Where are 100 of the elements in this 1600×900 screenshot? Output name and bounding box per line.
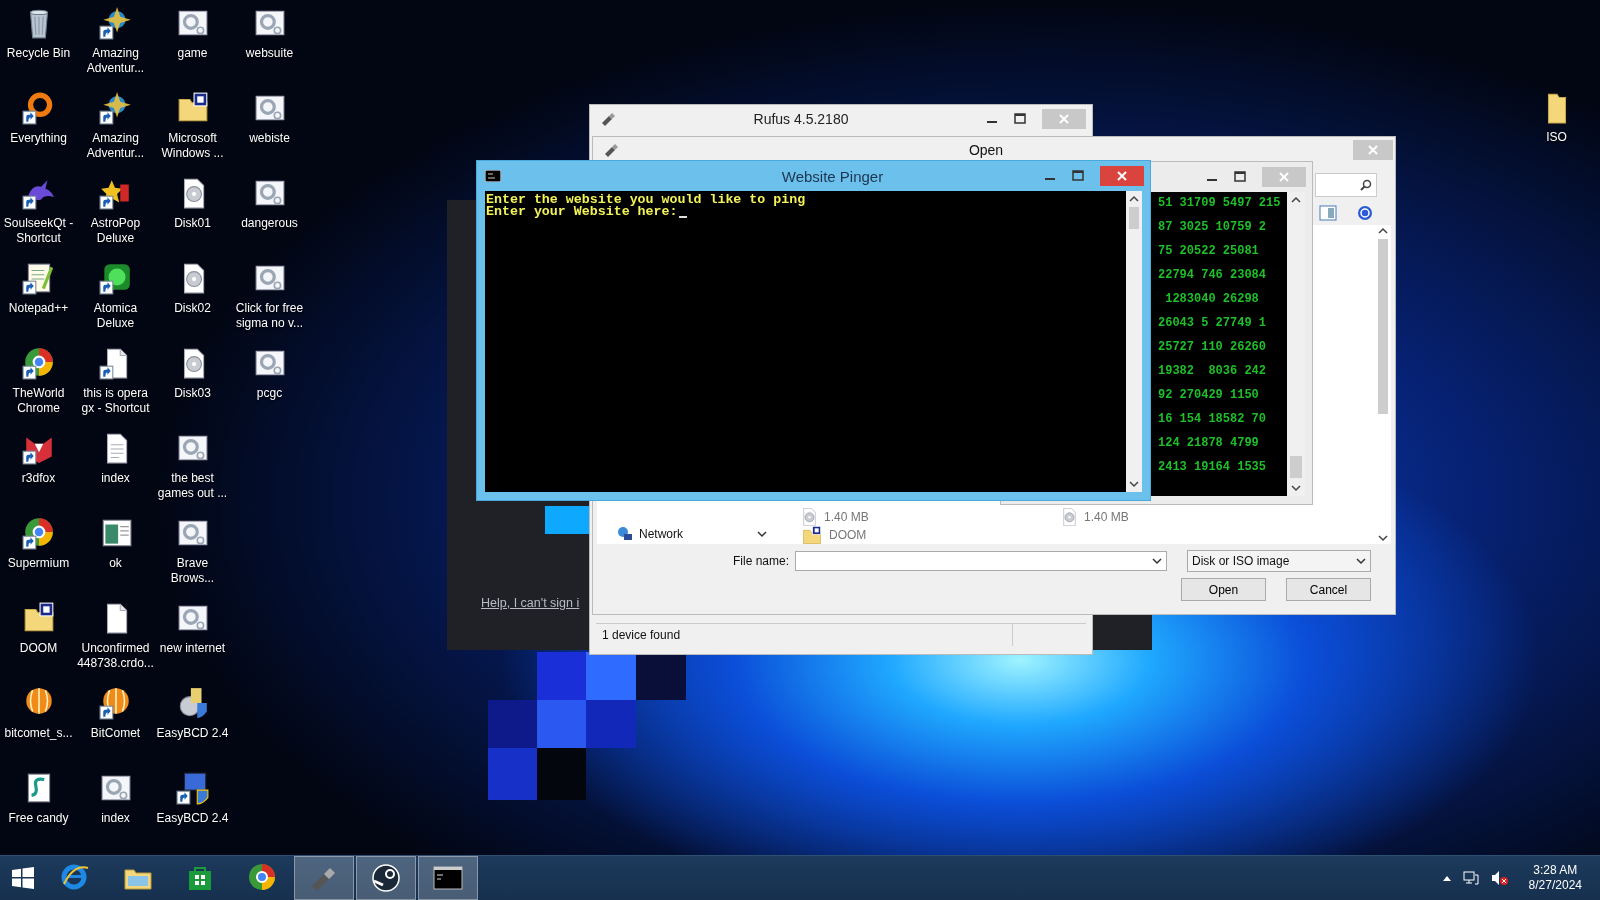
status-text: 1 device found — [596, 624, 1013, 646]
scroll-up-icon[interactable] — [1291, 196, 1301, 204]
console-line: 1283040 26298 — [1164, 292, 1260, 308]
scroll-up-icon[interactable] — [1378, 227, 1388, 235]
console-line: 2413 19164 1535 — [1158, 460, 1268, 476]
desktop-shortcut[interactable]: TheWorld Chrome — [0, 344, 77, 429]
desktop-shortcut[interactable]: Disk01 — [154, 174, 231, 259]
console-line: 51 31709 5497 215 — [1158, 196, 1282, 212]
desktop-shortcut[interactable]: Recycle Bin — [0, 4, 77, 89]
help-icon[interactable] — [1357, 205, 1373, 221]
help-link[interactable]: Help, I can't sign i — [481, 596, 580, 610]
desktop-shortcut[interactable]: new internet — [154, 599, 231, 684]
scrollbar-thumb[interactable] — [1290, 456, 1302, 478]
scroll-down-icon[interactable] — [1378, 534, 1388, 542]
desktop-shortcut[interactable]: Microsoft Windows ... — [154, 89, 231, 174]
taskbar-button[interactable] — [356, 856, 416, 900]
desktop-shortcut[interactable]: DOOM — [0, 599, 77, 684]
maximize-icon[interactable] — [1014, 113, 1026, 125]
caret-up-icon[interactable] — [1442, 875, 1451, 881]
desktop-shortcut[interactable]: SoulseekQt - Shortcut — [0, 174, 77, 259]
desktop-shortcut[interactable]: Amazing Adventur... — [77, 89, 154, 174]
dialog-button[interactable]: Open — [1181, 578, 1266, 601]
console-line: Enter your Website here: — [486, 206, 678, 218]
scrollbar-thumb[interactable] — [1378, 239, 1388, 414]
file-name-field[interactable] — [795, 551, 1167, 571]
accent-block — [545, 506, 592, 534]
dialog-title: Open — [967, 142, 1005, 158]
desktop-shortcut[interactable]: websuite — [231, 4, 308, 89]
close-icon — [1368, 145, 1378, 155]
network-icon — [617, 526, 633, 542]
network-icon[interactable] — [1462, 871, 1479, 885]
desktop-shortcut[interactable]: the best games out ... — [154, 429, 231, 514]
disc-file-icon — [803, 508, 816, 526]
desktop-shortcut[interactable]: Click for free sigma no v... — [231, 259, 308, 344]
file-item[interactable]: DOOM — [803, 526, 1063, 544]
nav-item[interactable]: Network — [617, 526, 757, 542]
search-field[interactable] — [1315, 173, 1377, 197]
terminal-icon — [485, 170, 501, 182]
desktop-shortcut[interactable]: Everything — [0, 89, 77, 174]
desktop-shortcut[interactable]: game — [154, 4, 231, 89]
usb-drive-icon — [603, 142, 619, 158]
console-line: Enter the website you would like to ping — [486, 194, 806, 206]
console-line: 26043 5 27749 1 — [1158, 316, 1268, 332]
console-line: 75 20522 25081 — [1158, 244, 1260, 260]
desktop-shortcut[interactable]: pcgc — [231, 344, 308, 429]
desktop-shortcut[interactable]: Disk02 — [154, 259, 231, 344]
desktop-shortcut[interactable]: Free candy — [0, 769, 77, 854]
desktop-shortcut[interactable]: AstroPop Deluxe — [77, 174, 154, 259]
usb-drive-icon — [600, 111, 616, 127]
desktop-shortcut[interactable]: dangerous — [231, 174, 308, 259]
desktop-shortcut[interactable]: EasyBCD 2.4 — [154, 769, 231, 854]
console-line: 92 270429 1150 — [1158, 388, 1260, 404]
desktop-shortcut[interactable]: Unconfirmed 448738.crdo... — [77, 599, 154, 684]
console-line: 19382 8036 242 — [1158, 364, 1268, 380]
file-type-dropdown[interactable]: Disk or ISO image — [1187, 550, 1371, 572]
close-button[interactable] — [1100, 166, 1144, 186]
file-item[interactable]: 1.40 MB — [803, 508, 1063, 526]
speaker-muted-icon[interactable] — [1490, 870, 1509, 886]
console-line: 124 21878 4799 — [1158, 436, 1260, 452]
desktop-shortcut[interactable]: index — [77, 429, 154, 514]
desktop-shortcut[interactable]: Brave Brows... — [154, 514, 231, 599]
taskbar-button[interactable] — [418, 856, 478, 900]
scrollbar-thumb[interactable] — [1129, 207, 1139, 229]
desktop-shortcut[interactable]: Disk03 — [154, 344, 231, 429]
desktop-shortcut[interactable]: Atomica Deluxe — [77, 259, 154, 344]
desktop-shortcut[interactable]: webiste — [231, 89, 308, 174]
desktop-shortcut[interactable]: EasyBCD 2.4 — [154, 684, 231, 769]
clock-date: 8/27/2024 — [1528, 878, 1582, 893]
console-line: 22794 746 23084 — [1158, 268, 1268, 284]
desktop-shortcut[interactable]: bitcomet_s... — [0, 684, 77, 769]
console-line: 87 3025 10759 2 — [1158, 220, 1268, 236]
caret-icon[interactable] — [757, 530, 767, 538]
scroll-down-icon[interactable] — [1291, 484, 1301, 492]
file-item[interactable]: 1.40 MB — [1063, 508, 1263, 526]
maximize-icon[interactable] — [1072, 170, 1084, 182]
caret-icon — [1152, 557, 1162, 565]
desktop-shortcut[interactable]: ISO — [1518, 88, 1595, 173]
clock[interactable]: 3:28 AM 8/27/2024 — [1520, 863, 1590, 893]
window-title: Website Pinger — [780, 167, 885, 185]
round-logo-icon — [370, 862, 402, 894]
scroll-down-icon[interactable] — [1129, 480, 1139, 488]
scroll-up-icon[interactable] — [1129, 195, 1139, 203]
desktop-shortcut[interactable]: Notepad++ — [0, 259, 77, 344]
windows-logo-icon — [11, 866, 35, 890]
desktop-shortcut[interactable]: Amazing Adventur... — [77, 4, 154, 89]
console-line: 16 154 18582 70 — [1158, 412, 1268, 428]
desktop-shortcut[interactable]: index — [77, 769, 154, 854]
console-line: 25727 110 26260 — [1158, 340, 1268, 356]
field-label: File name: — [732, 554, 789, 568]
desktop-shortcut[interactable]: this is opera gx - Shortcut — [77, 344, 154, 429]
desktop-shortcut[interactable]: r3dfox — [0, 429, 77, 514]
desktop-shortcut[interactable]: Supermium — [0, 514, 77, 599]
dialog-button[interactable]: Cancel — [1286, 578, 1371, 601]
desktop-shortcut[interactable]: BitComet — [77, 684, 154, 769]
caret-icon — [1356, 557, 1366, 565]
desktop-shortcut[interactable]: ok — [77, 514, 154, 599]
close-icon — [1279, 172, 1289, 182]
maximize-icon[interactable] — [1234, 171, 1246, 183]
text-cursor — [678, 216, 687, 218]
close-icon — [1117, 171, 1127, 181]
